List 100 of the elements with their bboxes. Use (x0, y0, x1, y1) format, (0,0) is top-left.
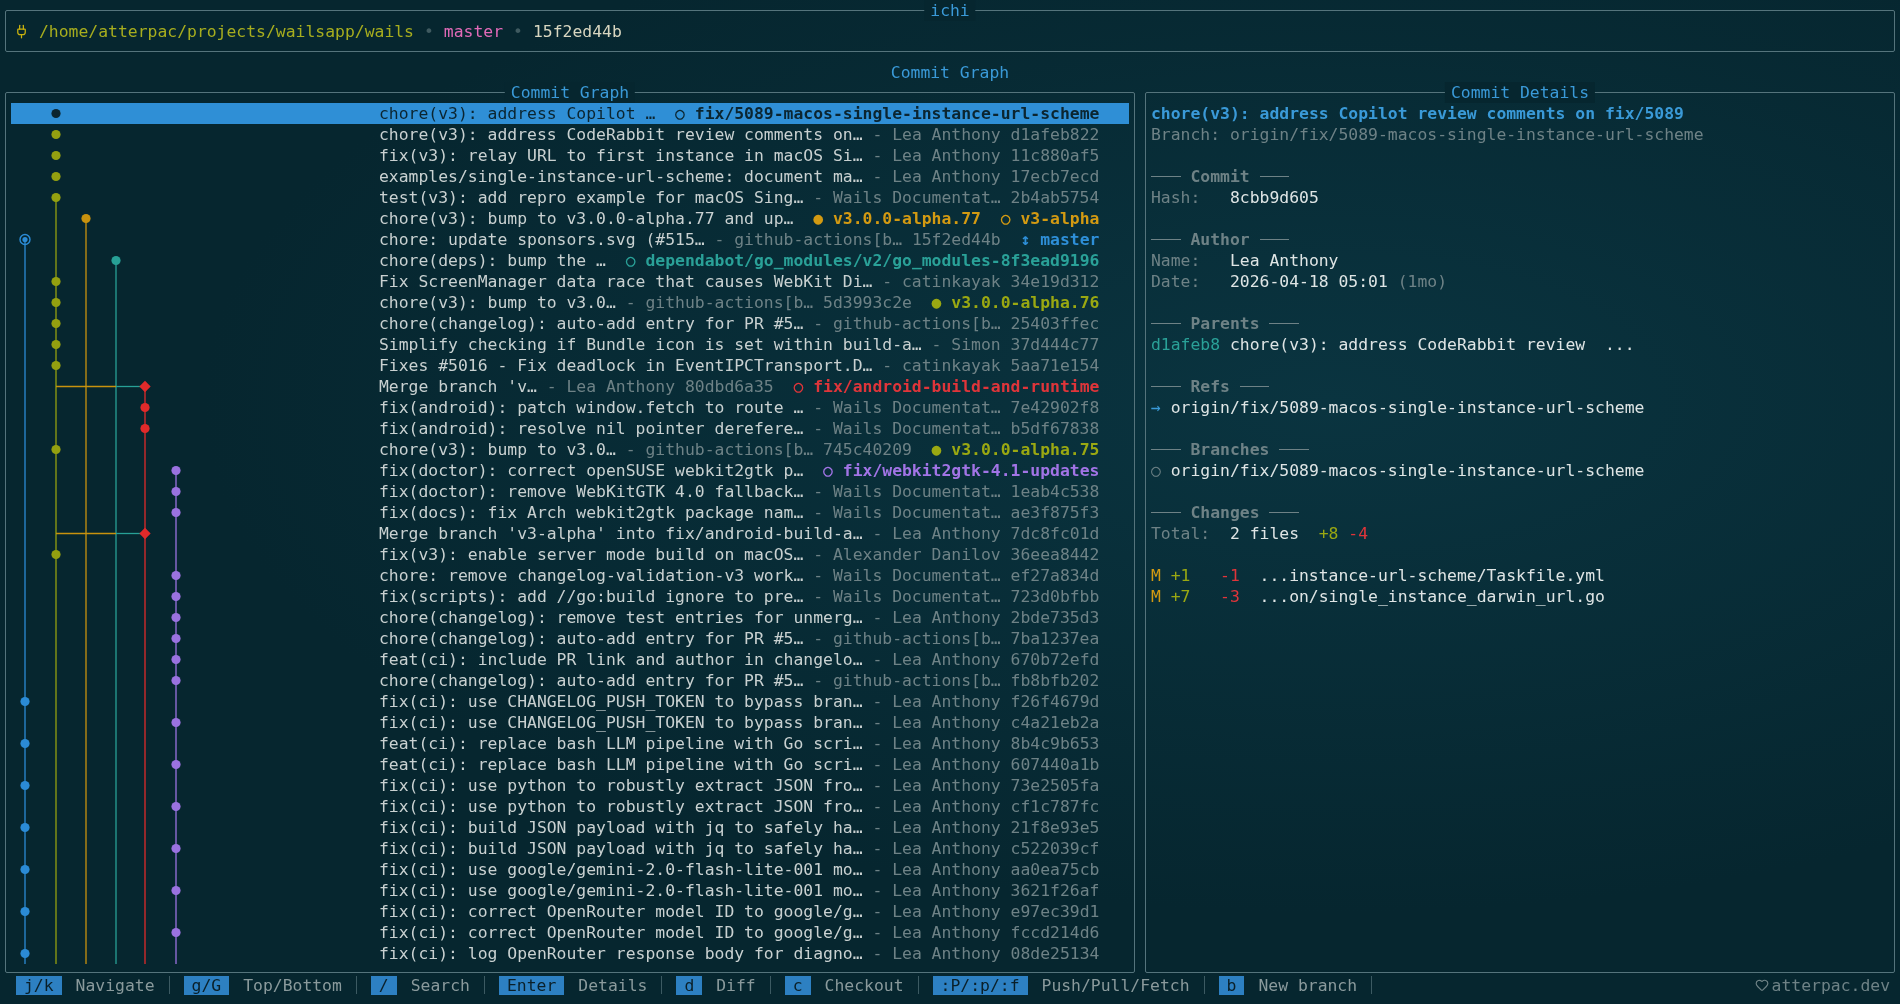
commit-author: - Lea Anthony (872, 733, 1001, 754)
commit-row[interactable]: feat(ci): replace bash LLM pipeline with Go scri… - Lea Anthony 8b4c9b653 (11, 733, 1129, 754)
commit-row[interactable]: fix(scripts): add //go:build ignore to pre… - Wails Documentat… 723d0bfbb (11, 586, 1129, 607)
commit-row[interactable]: chore: remove changelog-validation-v3 work… - Wails Documentat… ef27a834d (11, 565, 1129, 586)
commit-author: - catinkayak (882, 355, 1001, 376)
commit-row[interactable]: fix(ci): build JSON payload with jq to safely ha… - Lea Anthony 21f8e93e5 (11, 817, 1129, 838)
commit-node (171, 843, 181, 854)
commit-row[interactable]: fix(ci): use google/gemini-2.0-flash-lite-001 mo… - Lea Anthony 3621f26af (11, 880, 1129, 901)
commit-row[interactable]: Merge branch 'v… - Lea Anthony 80dbd6a35 ○ fix/android-build-and-runtime (11, 376, 1129, 397)
commit-row[interactable]: fix(ci): log OpenRouter response body for diagno… - Lea Anthony 08de25134 (11, 943, 1129, 964)
commit-row[interactable]: fix(ci): use CHANGELOG_PUSH_TOKEN to bypass bran… - Lea Anthony c4a21eb2a (11, 712, 1129, 733)
commit-subject: fix(doctor): remove WebKitGTK 4.0 fallback… (379, 481, 804, 502)
commit-row[interactable]: chore(changelog): auto-add entry for PR #5… - github-actions[b… 25403ffec (11, 313, 1129, 334)
commit-hash: fb8bfb202 (1010, 670, 1100, 691)
file-status: M (1151, 565, 1162, 586)
commit-node (111, 255, 121, 266)
commit-hash: 5aa71e154 (1010, 355, 1100, 376)
plug-icon (14, 23, 29, 39)
commit-row[interactable]: fix(ci): build JSON payload with jq to safely ha… - Lea Anthony c522039cf (11, 838, 1129, 859)
key-hint: g/G (183, 975, 230, 995)
commit-node (171, 591, 181, 602)
commit-row[interactable]: Merge branch 'v3-alpha' into fix/android-build-a… - Lea Anthony 7dc8fc01d (11, 523, 1129, 544)
commit-subject: chore(v3): bump to v3.0… (379, 439, 616, 460)
commit-hash: f26f4679d (1010, 691, 1100, 712)
commit-subject: chore(v3): bump to v3.0… (379, 292, 616, 313)
view-title: Commit Graph (890, 61, 1010, 83)
commit-row[interactable]: chore(v3): bump to v3.0… - github-actions[b… 745c40209 ● v3.0.0-alpha.75 (11, 439, 1129, 460)
commit-subject: fix(doctor): correct openSUSE webkit2gtk p… (379, 460, 804, 481)
field-value: 8cbb9d605 (1229, 187, 1319, 208)
commit-row[interactable]: chore(v3): address Copilot … ○ fix/5089-macos-single-instance-url-scheme (11, 103, 1129, 124)
commit-node (51, 444, 61, 455)
commit-node (171, 465, 181, 476)
commit-row[interactable]: fix(ci): use python to robustly extract JSON fro… - Lea Anthony cf1c787fc (11, 796, 1129, 817)
commit-row[interactable]: Fix ScreenManager data race that causes WebKit Di… - catinkayak 34e19d312 (11, 271, 1129, 292)
commit-subject: fix(ci): use python to robustly extract JSON fro… (379, 775, 863, 796)
commit-hash: 3621f26af (1010, 880, 1100, 901)
commit-node (171, 675, 181, 686)
commit-row[interactable]: Simplify checking if Bundle icon is set within build-a… - Simon 37d444c77 (11, 334, 1129, 355)
commit-author: - Wails Documentat… (813, 565, 1001, 586)
commit-subject: fix(ci): build JSON payload with jq to safely ha… (379, 817, 863, 838)
commit-hash: 17ecb7ecd (1010, 166, 1100, 187)
commit-row[interactable]: fix(ci): use python to robustly extract JSON fro… - Lea Anthony 73e2505fa (11, 775, 1129, 796)
commit-hash: 08de25134 (1010, 943, 1100, 964)
commit-row[interactable]: fix(android): patch window.fetch to route … - Wails Documentat… 7e42902f8 (11, 397, 1129, 418)
commit-row[interactable]: chore(v3): address CodeRabbit review comments on… - Lea Anthony d1afeb822 (11, 124, 1129, 145)
file-count: 2 files (1229, 523, 1299, 544)
key-action: New branch (1258, 974, 1358, 996)
commit-row[interactable]: fix(doctor): remove WebKitGTK 4.0 fallback… - Wails Documentat… 1eab4c538 (11, 481, 1129, 502)
ref-label: ● v3.0.0-alpha.77 (813, 208, 981, 229)
commit-author: - Wails Documentat… (813, 187, 1001, 208)
commit-row[interactable]: fix(v3): enable server mode build on macOS… - Alexander Danilov 36eea8442 (11, 544, 1129, 565)
commit-row[interactable]: fix(ci): use google/gemini-2.0-flash-lite-001 mo… - Lea Anthony aa0ea75cb (11, 859, 1129, 880)
file-path[interactable]: ...on/single_instance_darwin_url.go (1259, 586, 1605, 607)
field-label: Date: (1151, 271, 1202, 292)
commit-subject: feat(ci): include PR link and author in changelo… (379, 649, 863, 670)
commit-row[interactable]: test(v3): add repro example for macOS Sing… - Wails Documentat… 2b4ab5754 (11, 187, 1129, 208)
commit-row[interactable]: fix(ci): correct OpenRouter model ID to google/g… - Lea Anthony fccd214d6 (11, 922, 1129, 943)
commit-author: - Lea Anthony (872, 943, 1001, 964)
commit-author: - Lea Anthony (546, 376, 676, 397)
key-hint: b (1218, 975, 1245, 995)
commit-author: - Lea Anthony (872, 901, 1001, 922)
commit-row[interactable]: fix(v3): relay URL to first instance in macOS Si… - Lea Anthony 11c880af5 (11, 145, 1129, 166)
key-hint: c (784, 975, 811, 995)
commit-hash: 11c880af5 (1010, 145, 1100, 166)
commit-row[interactable]: fix(ci): correct OpenRouter model ID to google/g… - Lea Anthony e97ec39d1 (11, 901, 1129, 922)
commit-subject: chore(changelog): auto-add entry for PR #5… (379, 313, 804, 334)
commit-subject: fix(ci): build JSON payload with jq to safely ha… (379, 838, 863, 859)
commit-row[interactable]: feat(ci): include PR link and author in changelo… - Lea Anthony 670b72efd (11, 649, 1129, 670)
commit-hash: 8b4c9b653 (1010, 733, 1100, 754)
file-path[interactable]: ...instance-url-scheme/Taskfile.yml (1259, 565, 1605, 586)
commit-row[interactable]: chore: update sponsors.svg (#515… - github-actions[b… 15f2ed44b ↕ master (11, 229, 1129, 250)
commit-row[interactable]: fix(ci): use CHANGELOG_PUSH_TOKEN to bypass bran… - Lea Anthony f26f4679d (11, 691, 1129, 712)
commit-row[interactable]: fix(doctor): correct openSUSE webkit2gtk p… ○ fix/webkit2gtk-4.1-updates (11, 460, 1129, 481)
key-action: Checkout (824, 974, 904, 996)
commit-author: - Lea Anthony (872, 838, 1001, 859)
commit-row[interactable]: chore(v3): bump to v3.0.0-alpha.77 and up… ● v3.0.0-alpha.77 ○ v3-alpha (11, 208, 1129, 229)
commit-node (20, 822, 30, 833)
commit-hash: d1afeb822 (1010, 124, 1100, 145)
commit-row[interactable]: fix(docs): fix Arch webkit2gtk package nam… - Wails Documentat… ae3f875f3 (11, 502, 1129, 523)
field-value: 2026-04-18 05:01 (1229, 271, 1388, 292)
section-title: Commit (1190, 166, 1250, 187)
commit-row[interactable]: examples/single-instance-url-scheme: document ma… - Lea Anthony 17ecb7ecd (11, 166, 1129, 187)
commit-row[interactable]: chore(changelog): auto-add entry for PR #5… - github-actions[b… 7ba1237ea (11, 628, 1129, 649)
commit-hash: 34e19d312 (1010, 271, 1100, 292)
commit-row[interactable]: fix(android): resolve nil pointer derefere… - Wails Documentat… b5df67838 (11, 418, 1129, 439)
commit-subject: fix(ci): use google/gemini-2.0-flash-lite-001 mo… (379, 859, 863, 880)
commit-row[interactable]: chore(changelog): auto-add entry for PR #5… - github-actions[b… fb8bfb202 (11, 670, 1129, 691)
commit-node (171, 759, 181, 770)
parent-hash[interactable]: d1afeb8 (1151, 334, 1221, 355)
commit-row[interactable]: Fixes #5016 - Fix deadlock in EventIPCTransport.D… - catinkayak 5aa71e154 (11, 355, 1129, 376)
commit-hash: cf1c787fc (1010, 796, 1100, 817)
commit-hash: 15f2ed44b (911, 229, 1001, 250)
commit-row[interactable]: chore(v3): bump to v3.0… - github-actions[b… 5d3993c2e ● v3.0.0-alpha.76 (11, 292, 1129, 313)
separator-dot: • (424, 20, 434, 42)
commit-row[interactable]: feat(ci): replace bash LLM pipeline with Go scri… - Lea Anthony 607440a1b (11, 754, 1129, 775)
key-hint: j/k (16, 975, 62, 995)
commit-author: - Alexander Danilov (813, 544, 1001, 565)
commit-row[interactable]: chore(changelog): remove test entries for unmerg… - Lea Anthony 2bde735d3 (11, 607, 1129, 628)
field-label: Total: (1151, 523, 1212, 544)
commit-row[interactable]: chore(deps): bump the … ○ dependabot/go_modules/v2/go_modules-8f3ead9196 (11, 250, 1129, 271)
